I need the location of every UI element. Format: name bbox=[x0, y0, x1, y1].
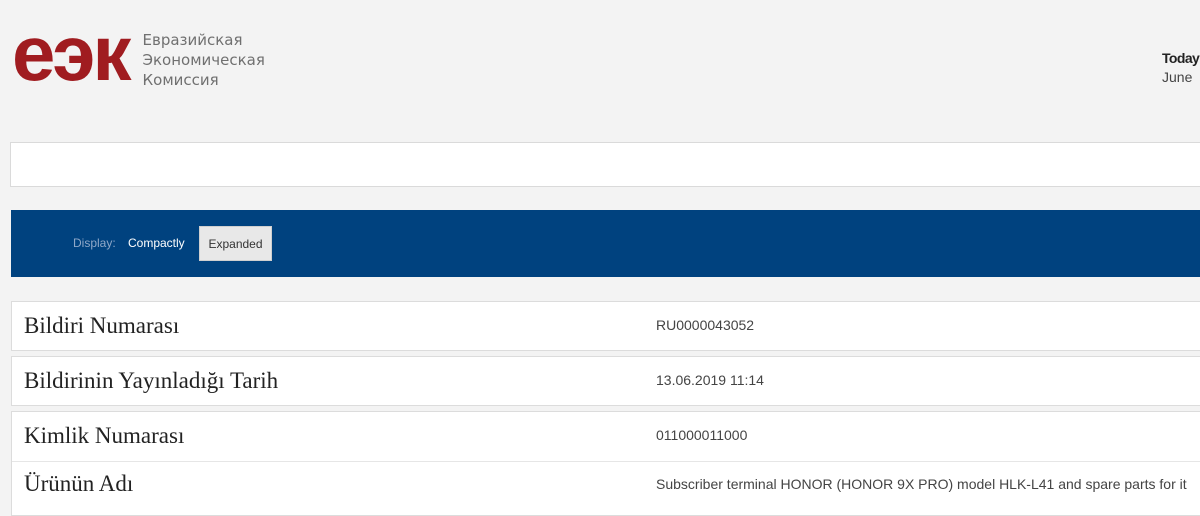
row-divider bbox=[12, 461, 1200, 462]
field-value: RU0000043052 bbox=[656, 317, 755, 333]
page: ЕЭК Евразийская Экономическая Комиссия T… bbox=[0, 0, 1200, 516]
display-mode-bar: Display: Compactly Expanded bbox=[11, 210, 1200, 277]
today-date: June bbox=[1162, 69, 1193, 85]
logo-line-1: Евразийская bbox=[142, 31, 243, 49]
field-value: Subscriber terminal HONOR (HONOR 9X PRO)… bbox=[656, 476, 1187, 492]
today-widget: Today June bbox=[1162, 49, 1200, 87]
logo-mark: ЕЭК bbox=[12, 9, 131, 97]
field-label: Kimlik Numarası bbox=[24, 423, 185, 448]
field-label: Bildirinin Yayınladığı Tarih bbox=[24, 368, 279, 393]
field-value: 011000011000 bbox=[656, 427, 748, 443]
logo-line-2: Экономическая bbox=[142, 51, 265, 69]
field-group: Kimlik Numarası 011000011000 Ürünün Adı … bbox=[11, 411, 1200, 516]
eec-logo[interactable]: ЕЭК Евразийская Экономическая Комиссия bbox=[12, 14, 265, 92]
expanded-view-button[interactable]: Expanded bbox=[199, 226, 272, 261]
logo-line-3: Комиссия bbox=[142, 71, 219, 89]
field-label: Bildiri Numarası bbox=[24, 313, 180, 338]
display-label: Display: bbox=[73, 236, 116, 250]
logo-text: Евразийская Экономическая Комиссия bbox=[143, 30, 265, 90]
field-row-notification-number: Bildiri Numarası RU0000043052 bbox=[11, 301, 1200, 351]
search-strip[interactable] bbox=[10, 142, 1200, 187]
field-value: 13.06.2019 11:14 bbox=[656, 372, 764, 388]
compact-view-button[interactable]: Compactly bbox=[128, 236, 185, 250]
field-row-publication-date: Bildirinin Yayınladığı Tarih 13.06.2019 … bbox=[11, 356, 1200, 406]
field-label: Ürünün Adı bbox=[24, 471, 134, 496]
today-label: Today bbox=[1162, 50, 1200, 66]
